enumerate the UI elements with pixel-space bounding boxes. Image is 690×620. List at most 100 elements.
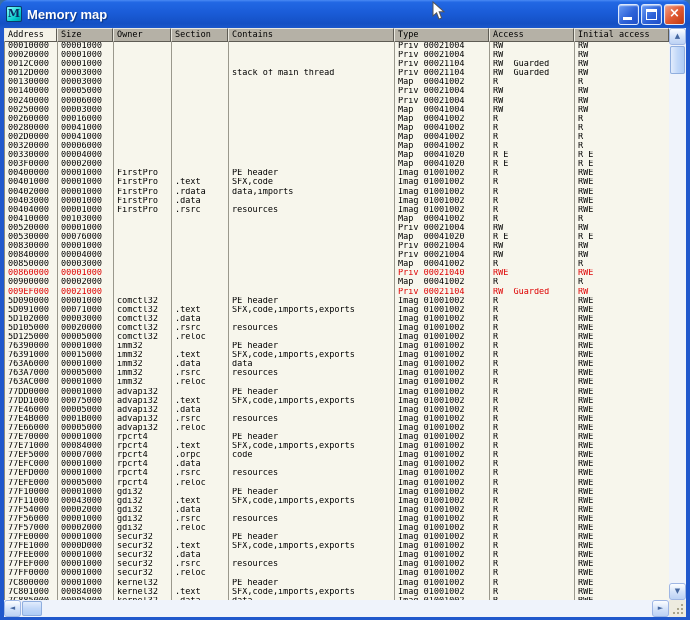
table-row[interactable]: 77E4600000005000advapi32.dataImag 010010… bbox=[5, 406, 669, 415]
table-row[interactable]: 77EFD00000001000rpcrt4.rsrcresourcesImag… bbox=[5, 469, 669, 478]
cell-initial: RWE bbox=[575, 351, 669, 360]
resize-grip[interactable] bbox=[673, 604, 683, 614]
table-row[interactable]: 0024000000006000Priv 00021004RWRW bbox=[5, 97, 669, 106]
table-row[interactable]: 77FEE00000001000secur32.dataImag 0100100… bbox=[5, 551, 669, 560]
table-row[interactable]: 77F5700000002000gdi32.relocImag 01001002… bbox=[5, 524, 669, 533]
table-row[interactable]: 77FF000000001000secur32.relocImag 010010… bbox=[5, 569, 669, 578]
table-row[interactable]: 0012C00000001000Priv 00021104RW GuardedR… bbox=[5, 60, 669, 69]
close-button[interactable]: × bbox=[664, 4, 685, 25]
table-row[interactable]: 7C80100000084000kernel32.textSFX,code,im… bbox=[5, 588, 669, 597]
table-row[interactable]: 77F1100000043000gdi32.textSFX,code,impor… bbox=[5, 497, 669, 506]
table-row[interactable]: 5D10200000003000comctl32.dataImag 010010… bbox=[5, 315, 669, 324]
table-row[interactable]: 0086000000001000Priv 00021040RWERWE bbox=[5, 269, 669, 278]
table-row[interactable]: 77EFC00000001000rpcrt4.dataImag 01001002… bbox=[5, 460, 669, 469]
table-row[interactable]: 77DD000000001000advapi32PE headerImag 01… bbox=[5, 388, 669, 397]
table-row[interactable]: 5D12500000005000comctl32.relocImag 01001… bbox=[5, 333, 669, 342]
cell-contains bbox=[229, 569, 395, 578]
table-row[interactable]: 0040200000001000FirstPro.rdatadata,impor… bbox=[5, 188, 669, 197]
cell-owner bbox=[114, 278, 172, 287]
table-row[interactable]: 77EFE00000005000rpcrt4.relocImag 0100100… bbox=[5, 479, 669, 488]
table-row[interactable]: 763A600000001000imm32.datadataImag 01001… bbox=[5, 360, 669, 369]
cell-section: .text bbox=[172, 542, 229, 551]
scroll-up-button[interactable]: ▲ bbox=[669, 28, 686, 45]
table-row[interactable]: 77FE000000001000secur32PE headerImag 010… bbox=[5, 533, 669, 542]
cell-section bbox=[172, 124, 229, 133]
table-row[interactable]: 0041000000103000Map 00041002RR bbox=[5, 215, 669, 224]
table-row[interactable]: 7639100000015000imm32.textSFX,code,impor… bbox=[5, 351, 669, 360]
table-row[interactable]: 0090000000002000Map 00041002RR bbox=[5, 278, 669, 287]
column-header-section[interactable]: Section bbox=[171, 28, 228, 42]
table-row[interactable]: 77E7000000001000rpcrt4PE headerImag 0100… bbox=[5, 433, 669, 442]
table-header-row: AddressSizeOwnerSectionContainsTypeAcces… bbox=[4, 28, 669, 42]
cell-type: Imag 01001002 bbox=[395, 579, 490, 588]
scroll-left-button[interactable]: ◄ bbox=[4, 600, 21, 617]
table-row[interactable]: 0002000000001000Priv 00021004RWRW bbox=[5, 51, 669, 60]
column-header-contains[interactable]: Contains bbox=[228, 28, 394, 42]
cell-type: Imag 01001002 bbox=[395, 388, 490, 397]
table-row[interactable]: 0025000000003000Map 00041004RWRW bbox=[5, 106, 669, 115]
table-row[interactable]: 77FE10000000D000secur32.textSFX,code,imp… bbox=[5, 542, 669, 551]
table-row[interactable]: 0001000000001000Priv 00021004RWRW bbox=[5, 42, 669, 51]
table-row[interactable]: 0040300000001000FirstPro.dataImag 010010… bbox=[5, 197, 669, 206]
table-row[interactable]: 77E7100000084000rpcrt4.textSFX,code,impo… bbox=[5, 442, 669, 451]
cell-access: R bbox=[490, 315, 575, 324]
cell-owner: kernel32 bbox=[114, 579, 172, 588]
table-row[interactable]: 5D09000000001000comctl32PE headerImag 01… bbox=[5, 297, 669, 306]
table-row[interactable]: 77E4B0000001B000advapi32.rsrcresourcesIm… bbox=[5, 415, 669, 424]
table-row[interactable]: 77F1000000001000gdi32PE headerImag 01001… bbox=[5, 488, 669, 497]
table-row[interactable]: 0013000000003000Map 00041002RR bbox=[5, 78, 669, 87]
table-row[interactable]: 0083000000001000Priv 00021004RWRW bbox=[5, 242, 669, 251]
table-row[interactable]: 0026000000016000Map 00041002RR bbox=[5, 115, 669, 124]
table-row[interactable]: 0085000000003000Map 00041002RR bbox=[5, 260, 669, 269]
vertical-scrollbar[interactable]: ▲ ▼ bbox=[669, 28, 686, 600]
table-row[interactable]: 0032000000006000Map 00041002RR bbox=[5, 142, 669, 151]
table-row[interactable]: 0028000000041000Map 00041002RR bbox=[5, 124, 669, 133]
table-row[interactable]: 0040400000001000FirstPro.rsrcresourcesIm… bbox=[5, 206, 669, 215]
table-row[interactable]: 0084000000004000Priv 00021004RWRW bbox=[5, 251, 669, 260]
table-row[interactable]: 77DD100000075000advapi32.textSFX,code,im… bbox=[5, 397, 669, 406]
horizontal-scroll-thumb[interactable] bbox=[22, 601, 42, 616]
table-row[interactable]: 5D10500000020000comctl32.rsrcresourcesIm… bbox=[5, 324, 669, 333]
cell-section: .text bbox=[172, 397, 229, 406]
table-row[interactable]: 5D09100000071000comctl32.textSFX,code,im… bbox=[5, 306, 669, 315]
table-row[interactable]: 009EF00000021000Priv 00021104RW GuardedR… bbox=[5, 288, 669, 297]
vertical-scroll-thumb[interactable] bbox=[670, 46, 685, 74]
column-header-address[interactable]: Address bbox=[4, 28, 57, 42]
cell-address: 77FEE000 bbox=[5, 551, 58, 560]
title-bar[interactable]: M Memory map × bbox=[0, 0, 690, 28]
maximize-button[interactable] bbox=[641, 4, 662, 25]
table-row[interactable]: 77FEF00000001000secur32.rsrcresourcesIma… bbox=[5, 560, 669, 569]
table-row[interactable]: 0040100000001000FirstPro.textSFX,codeIma… bbox=[5, 178, 669, 187]
table-row[interactable]: 0033000000004000Map 00041020R ER E bbox=[5, 151, 669, 160]
table-row[interactable]: 763A700000005000imm32.rsrcresourcesImag … bbox=[5, 369, 669, 378]
cell-type: Imag 01001002 bbox=[395, 188, 490, 197]
column-header-initial-access[interactable]: Initial access bbox=[574, 28, 669, 42]
cell-contains: resources bbox=[229, 415, 395, 424]
column-header-size[interactable]: Size bbox=[57, 28, 113, 42]
cell-section: .data bbox=[172, 406, 229, 415]
horizontal-scrollbar[interactable]: ◄ ► bbox=[4, 600, 669, 617]
table-row[interactable]: 763AC00000001000imm32.relocImag 01001002… bbox=[5, 378, 669, 387]
cell-initial: RWE bbox=[575, 460, 669, 469]
column-header-owner[interactable]: Owner bbox=[113, 28, 171, 42]
minimize-button[interactable] bbox=[618, 4, 639, 25]
table-row[interactable]: 7C80000000001000kernel32PE headerImag 01… bbox=[5, 579, 669, 588]
scroll-down-button[interactable]: ▼ bbox=[669, 583, 686, 600]
table-row[interactable]: 002D000000041000Map 00041002RR bbox=[5, 133, 669, 142]
table-row[interactable]: 0053000000076000Map 00041020R ER E bbox=[5, 233, 669, 242]
cell-section bbox=[172, 106, 229, 115]
column-header-access[interactable]: Access bbox=[489, 28, 574, 42]
table-row[interactable]: 0052000000001000Priv 00021004RWRW bbox=[5, 224, 669, 233]
table-row[interactable]: 0012D00000003000stack of main threadPriv… bbox=[5, 69, 669, 78]
table-row[interactable]: 77E6600000005000advapi32.relocImag 01001… bbox=[5, 424, 669, 433]
table-row[interactable]: 0014000000005000Priv 00021004RWRW bbox=[5, 87, 669, 96]
table-row[interactable]: 77EF500000007000rpcrt4.orpccodeImag 0100… bbox=[5, 451, 669, 460]
table-row[interactable]: 0040000000001000FirstProPE headerImag 01… bbox=[5, 169, 669, 178]
cell-owner: FirstPro bbox=[114, 188, 172, 197]
scroll-right-button[interactable]: ► bbox=[652, 600, 669, 617]
table-row[interactable]: 7639000000001000imm32PE headerImag 01001… bbox=[5, 342, 669, 351]
table-row[interactable]: 003F000000002000Map 00041020R ER E bbox=[5, 160, 669, 169]
table-row[interactable]: 77F5600000001000gdi32.rsrcresourcesImag … bbox=[5, 515, 669, 524]
column-header-type[interactable]: Type bbox=[394, 28, 489, 42]
table-row[interactable]: 77F5400000002000gdi32.dataImag 01001002R… bbox=[5, 506, 669, 515]
